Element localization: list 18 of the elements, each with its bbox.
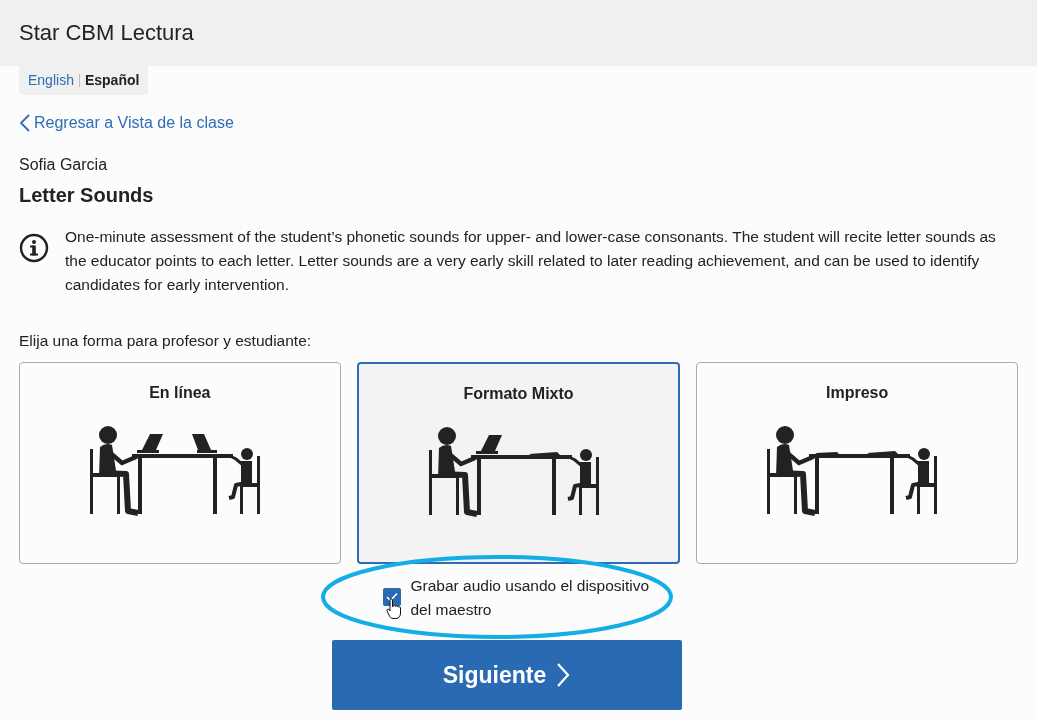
back-link[interactable]: Regresar a Vista de la clase	[19, 111, 234, 135]
language-option[interactable]: English	[28, 70, 74, 91]
assessment-title: Letter Sounds	[19, 183, 155, 207]
form-prompt: Elija una forma para profesor y estudiante:	[19, 331, 313, 351]
form-option-card[interactable]: Impreso	[696, 362, 1018, 565]
record-audio-label: Grabar audio usando el dispositivo del maestro	[410, 576, 651, 621]
chevron-left-icon	[19, 114, 31, 132]
hand-cursor-icon	[385, 598, 402, 621]
chevron-right-icon	[556, 662, 571, 689]
app-title: Star CBM Lectura	[19, 19, 194, 47]
audio-checkbox[interactable]	[382, 588, 401, 607]
form-option-card[interactable]: En línea	[19, 362, 341, 565]
description-text: One-minute assessment of the student’s phonetic sounds for upper- and lower-case consonants. The student will recite letter sounds as the educator points to each letter. Letter sounds are a very early skill related to later reading achievement, and can be used to identify candidates for early intervention.	[65, 227, 997, 295]
form-option-card[interactable]: Formato Mixto	[356, 362, 681, 565]
language-option[interactable]: Español	[84, 70, 140, 91]
next-button[interactable]: Siguiente	[331, 640, 682, 711]
info-icon	[19, 233, 49, 263]
student-name: Sofia Garcia	[19, 155, 109, 175]
